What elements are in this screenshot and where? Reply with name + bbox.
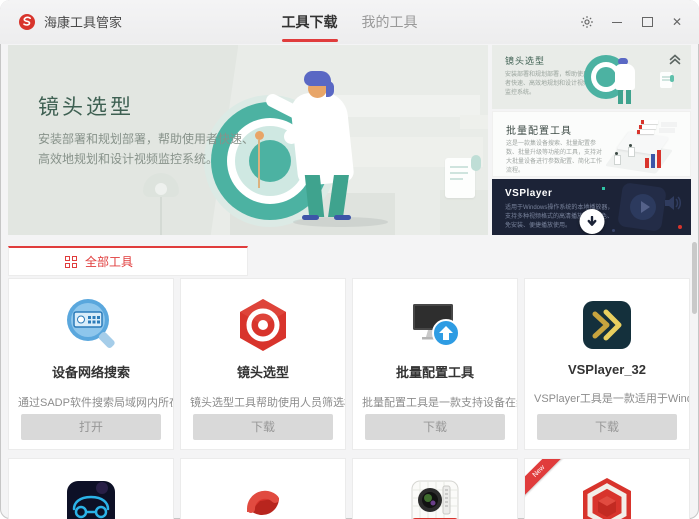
collapse-chevron-up-icon[interactable] [667, 51, 683, 67]
document-scroll [471, 155, 481, 171]
tool-description: 批量配置工具是一款支持设备在线搜... [353, 394, 517, 410]
banner-description: 安装部署和规划部署，帮助使用者快速、 高效地规划和设计视频监控系统。 [38, 129, 254, 169]
thumb-title: VSPlayer [505, 188, 552, 199]
tool-card-batch-config[interactable]: 批量配置工具 批量配置工具是一款支持设备在线搜... 下载 [352, 278, 518, 450]
banner-thumbnails: 镜头选型 安装部署和规划部署，帮助使用者快速、高效地规划和设计视频监控系统。 [492, 45, 691, 235]
banner-area: 镜头选型 安装部署和规划部署，帮助使用者快速、 高效地规划和设计视频监控系统。 … [8, 45, 691, 235]
title-bar: 海康工具管家 工具下载 我的工具 ✕ [0, 0, 699, 44]
thumb-desc: 安装部署和规划部署，帮助使用者快速、高效地规划和设计视频监控系统。 [505, 71, 593, 98]
active-tab-underline [282, 39, 338, 42]
person-hand [255, 131, 264, 140]
sadp-search-icon [9, 296, 173, 354]
dome-camera-pole [160, 197, 162, 235]
document-line [450, 178, 463, 180]
mini-person-leg [626, 90, 631, 104]
thumb-title: 批量配置工具 [506, 122, 572, 137]
mini-document-line [662, 79, 670, 81]
sync-swirl-tool-icon [181, 476, 345, 519]
tab-label: 工具下载 [282, 12, 338, 32]
tool-name: 批量配置工具 [353, 362, 517, 381]
tool-description: 通过SADP软件搜索局域网内所在网... [9, 394, 173, 410]
person-shoe [302, 215, 319, 220]
banner-thumb-lens-selection[interactable]: 镜头选型 安装部署和规划部署，帮助使用者快速、高效地规划和设计视频监控系统。 [492, 45, 691, 109]
close-button[interactable]: ✕ [667, 12, 687, 32]
mini-document-line [662, 76, 670, 78]
scroll-down-arrow-icon[interactable] [579, 209, 604, 234]
tool-name: 镜头选型 [181, 362, 345, 381]
tool-description: VSPlayer工具是一款适用于Window... [525, 390, 689, 406]
document-line [450, 166, 468, 168]
scrollbar-thumb[interactable] [692, 242, 697, 314]
lens-target-center [249, 140, 291, 182]
iso-server [637, 130, 654, 134]
batch-config-icon [353, 296, 517, 354]
vsplayer-icon [525, 296, 689, 354]
download-button[interactable]: 下载 [537, 414, 677, 440]
iso-bar [651, 154, 655, 168]
person-stick [258, 140, 260, 188]
iso-box [661, 122, 677, 127]
tool-card-partial-swirl[interactable] [180, 458, 346, 519]
iso-bar [657, 150, 661, 168]
iso-bar [645, 158, 649, 168]
lens-selection-icon [181, 296, 345, 354]
banner-desc-line: 安装部署和规划部署，帮助使用者快速、 [38, 129, 254, 149]
person-shoe [334, 215, 351, 220]
mini-person-leg [618, 90, 623, 104]
grid-icon [65, 256, 77, 268]
download-button[interactable]: 下载 [193, 414, 333, 440]
banner-desc-line: 高效地规划和设计视频监控系统。 [38, 149, 254, 169]
download-button[interactable]: 下载 [365, 414, 505, 440]
tool-name: VSPlayer_32 [525, 362, 689, 377]
play-triangle-icon [639, 200, 651, 214]
tool-description: 镜头选型工具帮助使用人员筛选相机... [181, 394, 345, 410]
tools-grid: 设备网络搜索 通过SADP软件搜索局域网内所在网... 打开 镜头选型 镜头选型… [0, 276, 699, 519]
tool-card-lens-selection[interactable]: 镜头选型 镜头选型工具帮助使用人员筛选相机... 下载 [180, 278, 346, 450]
banner-thumb-batch-config[interactable]: 批量配置工具 这是一款集设备搜索、批量配置参数、批量升级等功能的工具，支持对大批… [492, 111, 691, 177]
tool-name: 设备网络搜索 [9, 362, 173, 381]
mini-target-center [596, 67, 616, 87]
iso-server [641, 120, 658, 124]
app-window: 海康工具管家 工具下载 我的工具 ✕ [0, 0, 699, 519]
window-controls: ✕ [577, 0, 687, 44]
settings-gear-icon[interactable] [577, 12, 597, 32]
deco-block [330, 95, 480, 117]
all-tools-label: 全部工具 [85, 253, 133, 270]
deco-dot [678, 225, 682, 229]
car-tool-icon [9, 476, 173, 519]
tab-label: 我的工具 [362, 12, 418, 32]
banner-lens-selection[interactable]: 镜头选型 安装部署和规划部署，帮助使用者快速、 高效地规划和设计视频监控系统。 [8, 45, 488, 235]
tab-my-tools[interactable]: 我的工具 [362, 0, 418, 44]
tool-card-partial-hex-cube[interactable]: New [524, 458, 690, 519]
lens-calculator-tool-icon [353, 476, 517, 519]
thumb-desc: 这是一款集设备搜索、批量配置参数、批量升级等功能的工具，支持对大批量设备进行参数… [506, 140, 606, 176]
maximize-button[interactable] [637, 12, 657, 32]
mini-document-scroll [670, 75, 674, 82]
speaker-icon [664, 195, 682, 211]
section-strip: 全部工具 [8, 246, 691, 276]
deco-dot [602, 187, 605, 190]
tab-tool-download[interactable]: 工具下载 [282, 0, 338, 44]
document-line [450, 172, 468, 174]
deco-dot [612, 229, 615, 232]
thumb-title: 镜头选型 [505, 54, 545, 67]
tool-card-vsplayer-32[interactable]: VSPlayer_32 VSPlayer工具是一款适用于Window... 下载 [524, 278, 690, 450]
iso-box [659, 128, 675, 133]
tab-all-tools[interactable]: 全部工具 [8, 246, 248, 276]
minimize-button[interactable] [607, 12, 627, 32]
banner-thumb-vsplayer[interactable]: VSPlayer 适用于Windows操作系统的本地播放器，支持多种视频格式的高… [492, 179, 691, 235]
iso-figure-body [614, 155, 621, 165]
open-button[interactable]: 打开 [21, 414, 161, 440]
mini-person-coat [615, 64, 635, 90]
tool-card-device-network-search[interactable]: 设备网络搜索 通过SADP软件搜索局域网内所在网... 打开 [8, 278, 174, 450]
banner-title: 镜头选型 [38, 91, 134, 121]
deco-block [460, 115, 488, 129]
tool-card-partial-car[interactable] [8, 458, 174, 519]
hex-cube-tool-icon [525, 476, 689, 519]
dome-camera-lens [155, 183, 167, 195]
person-hair-back [326, 81, 334, 97]
iso-server [639, 125, 656, 129]
iso-figure-body [628, 147, 635, 157]
tool-card-partial-lens-calc[interactable] [352, 458, 518, 519]
